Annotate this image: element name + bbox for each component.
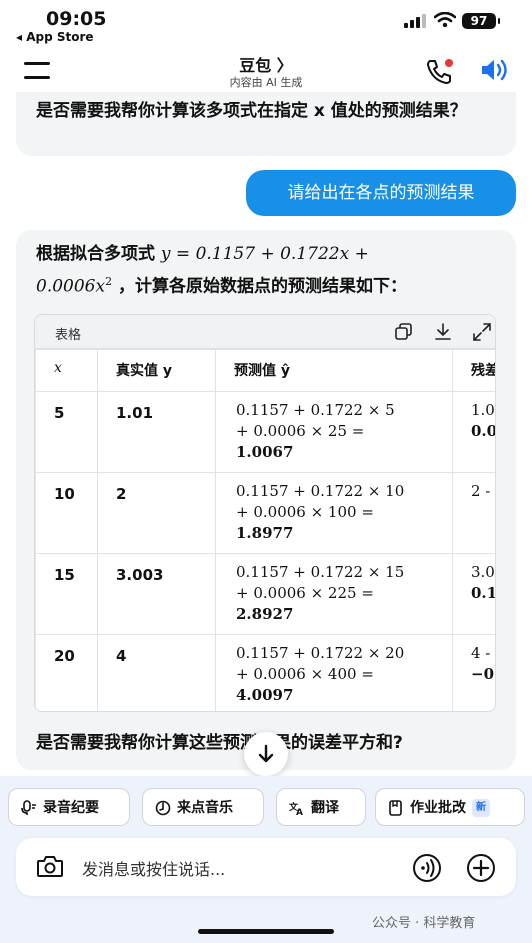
message-input-bar: 发消息或按住说话... (16, 838, 516, 896)
battery-icon: 97 (462, 13, 500, 29)
residual-line-2: 0.1 (471, 584, 496, 602)
residual-line-2: −0 (471, 665, 495, 683)
chip-music[interactable]: 来点音乐 (142, 788, 264, 826)
copy-icon[interactable] (395, 323, 413, 341)
table-header-bar: 表格 (35, 315, 495, 349)
cell-residual: 1.0 0.0 (452, 391, 496, 473)
header-x: x (35, 349, 98, 392)
mic-icon (21, 800, 36, 815)
ai-intro-text: 根据拟合多项式 y = 0.1157 + 0.1722x + 0.0006x2 … (36, 244, 407, 297)
wifi-icon (434, 12, 456, 28)
chip-label: 作业批改 (410, 800, 466, 816)
calc-line-1: 0.1157 + 0.1722 × 20 (236, 644, 405, 662)
cell-residual: 4 - −0 (452, 634, 495, 711)
download-icon[interactable] (434, 323, 452, 341)
cell-y: 2 (97, 472, 216, 554)
calc-line-2: + 0.0006 × 100 = (236, 503, 374, 521)
cell-pred: 0.1157 + 0.1722 × 20 + 0.0006 × 400 = 4.… (215, 634, 453, 711)
cell-x: 15 (35, 553, 98, 635)
camera-icon[interactable] (36, 854, 64, 878)
cell-x: 5 (35, 391, 98, 473)
residual-line-1: 2 - (471, 482, 491, 500)
plus-icon[interactable] (466, 853, 496, 883)
header-pred-y: 预测值 ŷ (215, 349, 453, 392)
calc-line-2: + 0.0006 × 400 = (236, 665, 374, 683)
translate-icon: 文 A (289, 801, 303, 816)
speaker-icon[interactable] (480, 58, 510, 82)
residual-line-1: 4 - (471, 644, 491, 662)
calc-line-1: 0.1157 + 0.1722 × 5 (236, 401, 395, 419)
cell-residual: 3.0 0.1 (452, 553, 496, 635)
user-message: 请给出在各点的预测结果 (246, 170, 516, 216)
svg-text:A: A (296, 808, 303, 816)
chip-homework[interactable]: 作业批改新 (375, 788, 525, 826)
new-badge: 新 (472, 799, 490, 817)
fit-formula-cont: 0.0006x (36, 276, 106, 297)
expand-icon[interactable] (473, 323, 491, 341)
arrow-down-icon (258, 744, 274, 763)
table-label: 表格 (55, 328, 82, 343)
cell-pred: 0.1157 + 0.1722 × 15 + 0.0006 × 225 = 2.… (215, 553, 453, 635)
homework-icon (389, 800, 402, 816)
cell-residual: 2 - (452, 472, 495, 554)
chip-label: 录音纪要 (43, 800, 99, 816)
residual-line-1: 1.0 (471, 401, 495, 419)
phone-call-icon[interactable] (425, 58, 455, 84)
result-table-card: 表格 x 真实值 y 预测值 ŷ 残差 5 1.01 (34, 314, 496, 712)
cell-y: 1.01 (97, 391, 216, 473)
chip-label: 翻译 (311, 800, 339, 816)
scroll-to-bottom-button[interactable] (244, 732, 288, 776)
chip-translate[interactable]: 文 A 翻译 (276, 788, 366, 826)
chip-label: 来点音乐 (177, 800, 233, 816)
residual-line-2: 0.0 (471, 422, 496, 440)
cell-y: 3.003 (97, 553, 216, 635)
table-row: 10 2 0.1157 + 0.1722 × 10 + 0.0006 × 100… (35, 472, 495, 554)
calc-line-1: 0.1157 + 0.1722 × 10 (236, 482, 405, 500)
header-residual: 残差 (452, 349, 495, 392)
table-row: 20 4 0.1157 + 0.1722 × 20 + 0.0006 × 400… (35, 634, 495, 711)
residual-line-1: 3.0 (471, 563, 495, 581)
home-indicator (198, 929, 334, 934)
signal-icon (404, 14, 426, 28)
back-to-app-store-link[interactable]: ◂ App Store (16, 30, 94, 44)
cell-y: 4 (97, 634, 216, 711)
pred-value: 4.0097 (236, 686, 294, 704)
ai-intro-prefix: 根据拟合多项式 (36, 244, 155, 264)
nav-bar: 豆包 〉 内容由 AI 生成 (0, 48, 532, 94)
voice-input-icon[interactable] (412, 853, 442, 883)
cell-pred: 0.1157 + 0.1722 × 10 + 0.0006 × 100 = 1.… (215, 472, 453, 554)
cell-x: 10 (35, 472, 98, 554)
table-row: 5 1.01 0.1157 + 0.1722 × 5 + 0.0006 × 25… (35, 391, 496, 473)
ai-message-previous: 是否需要我帮你计算该多项式在指定 x 值处的预测结果？ (16, 92, 516, 156)
status-time: 09:05 (46, 8, 107, 30)
calc-line-2: + 0.0006 × 225 = (236, 584, 374, 602)
pred-value: 1.8977 (236, 524, 294, 542)
calc-line-2: + 0.0006 × 25 = (236, 422, 365, 440)
calc-line-1: 0.1157 + 0.1722 × 15 (236, 563, 405, 581)
result-table: x 真实值 y 预测值 ŷ 残差 5 1.01 0.1157 + 0.1722 … (35, 349, 496, 711)
ai-message: 根据拟合多项式 y = 0.1157 + 0.1722x + 0.0006x 2 … (16, 230, 516, 770)
fit-formula: y = 0.1157 + 0.1722x + (160, 244, 369, 264)
music-icon (155, 800, 171, 816)
message-input[interactable]: 发消息或按住说话... (82, 856, 225, 880)
table-row: 15 3.003 0.1157 + 0.1722 × 15 + 0.0006 ×… (35, 553, 496, 635)
header-true-y: 真实值 y (97, 349, 216, 392)
chip-voice-notes[interactable]: 录音纪要 (8, 788, 130, 826)
pred-value: 1.0067 (236, 443, 294, 461)
watermark: 公众号 · 科学教育 (372, 916, 476, 931)
ai-intro-suffix: ，计算各原始数据点的预测结果如下： (118, 276, 407, 297)
cell-pred: 0.1157 + 0.1722 × 5 + 0.0006 × 25 = 1.00… (215, 391, 453, 473)
composer-area: 录音纪要 来点音乐 文 A 翻译 作业批改新 发消息或按住说话... 公众号 ·… (0, 776, 532, 943)
pred-value: 2.8927 (236, 605, 294, 623)
quick-actions: 录音纪要 来点音乐 文 A 翻译 作业批改新 (8, 788, 528, 828)
cell-x: 20 (35, 634, 98, 711)
status-bar: 09:05 ◂ App Store 97 (0, 0, 532, 48)
table-header-row: x 真实值 y 预测值 ŷ 残差 (35, 349, 495, 392)
